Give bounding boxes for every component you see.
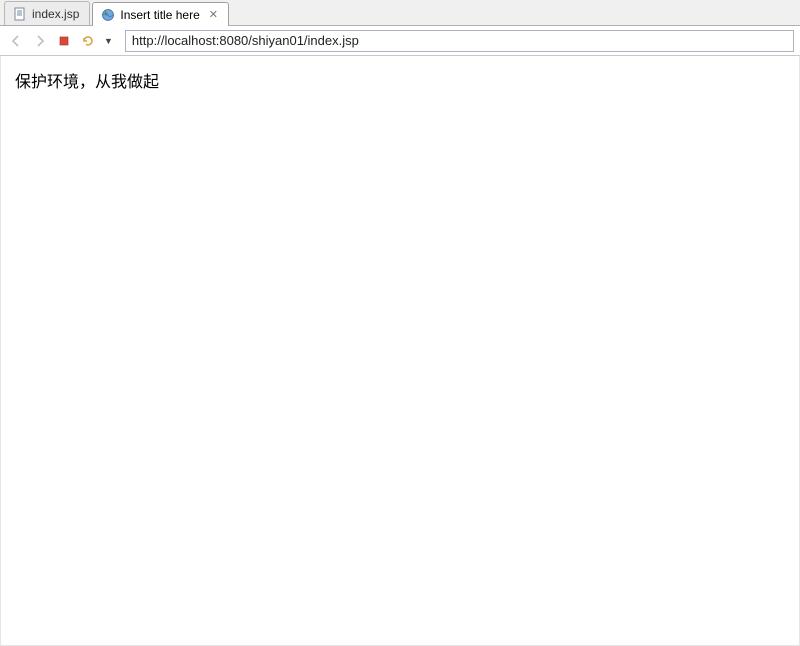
- tab-label: index.jsp: [32, 7, 79, 21]
- tab-label: Insert title here: [120, 8, 199, 22]
- arrow-left-icon: [9, 34, 23, 48]
- stop-button[interactable]: [54, 31, 74, 51]
- browser-toolbar: ▼: [0, 26, 800, 56]
- tab-browser-preview[interactable]: Insert title here ✕: [92, 2, 229, 26]
- jsp-file-icon: [13, 7, 27, 21]
- stop-icon: [58, 35, 70, 47]
- toolbar-dropdown-icon[interactable]: ▼: [102, 36, 115, 46]
- page-body-text: 保护环境，从我做起: [15, 68, 785, 92]
- arrow-right-icon: [33, 34, 47, 48]
- browser-viewport: 保护环境，从我做起: [0, 56, 800, 646]
- refresh-button[interactable]: [78, 31, 98, 51]
- close-icon[interactable]: ✕: [209, 8, 218, 21]
- forward-button[interactable]: [30, 31, 50, 51]
- tab-index-jsp[interactable]: index.jsp: [4, 1, 90, 25]
- editor-tab-bar: index.jsp Insert title here ✕: [0, 0, 800, 26]
- globe-icon: [101, 8, 115, 22]
- back-button[interactable]: [6, 31, 26, 51]
- refresh-icon: [81, 34, 95, 48]
- address-bar[interactable]: [125, 30, 794, 52]
